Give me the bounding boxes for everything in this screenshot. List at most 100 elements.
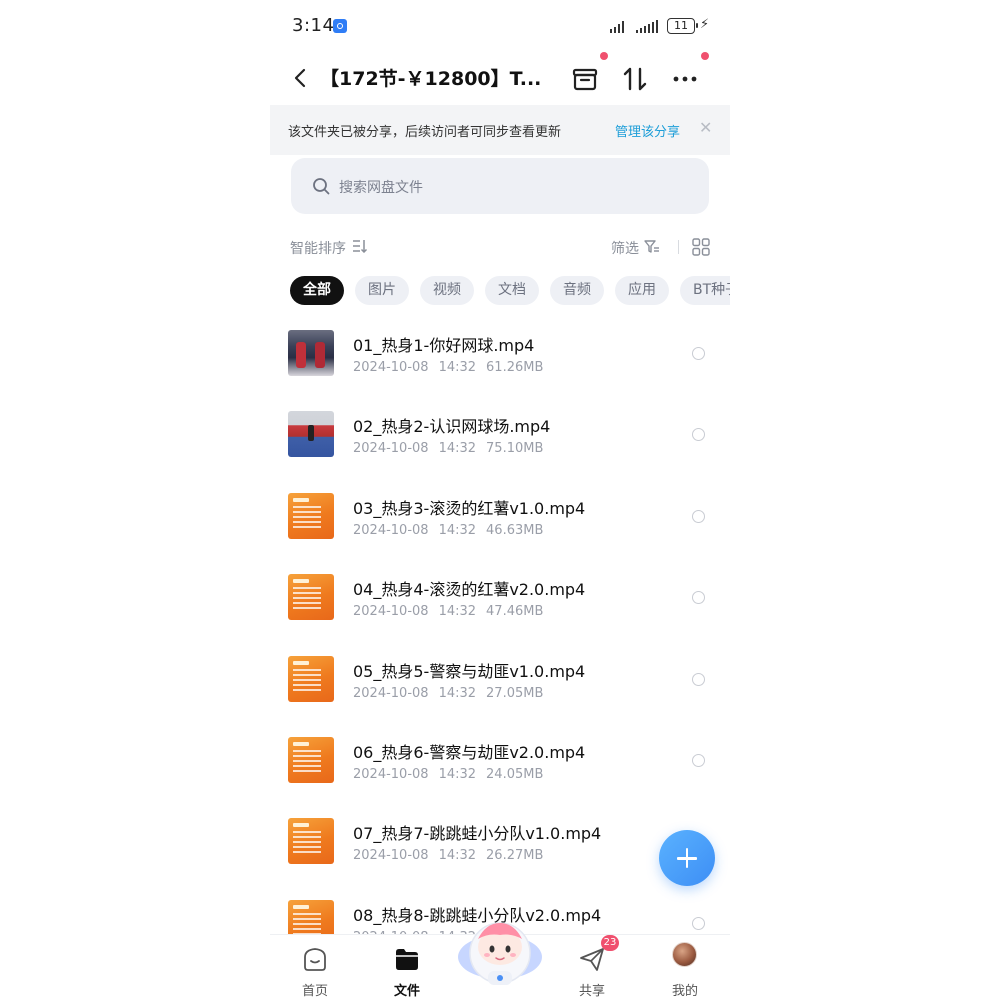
file-size: 47.46MB	[486, 604, 544, 620]
phone-screen: 3:14 11 ⚡ 【172节-￥12800】T... 该文件夹已被分享，后续访…	[270, 0, 730, 1000]
video-thumbnail	[288, 655, 334, 702]
video-thumbnail	[288, 574, 334, 621]
tab-videos[interactable]: 视频	[420, 276, 474, 305]
file-size: 75.10MB	[486, 441, 544, 457]
tab-documents[interactable]: 文档	[485, 276, 539, 305]
file-size: 24.05MB	[486, 766, 544, 782]
file-time: 14:32	[438, 604, 477, 620]
file-name: 07_热身7-跳跳蛙小分队v1.0.mp4	[353, 824, 602, 844]
file-date: 2024-10-08	[353, 685, 429, 701]
divider	[678, 240, 679, 254]
filter-icon[interactable]	[644, 240, 660, 254]
file-name: 03_热身3-滚烫的红薯v1.0.mp4	[353, 498, 586, 518]
video-thumbnail	[288, 411, 334, 458]
nav-share[interactable]: 共享	[562, 943, 622, 999]
file-size: 61.26MB	[486, 360, 544, 375]
file-row[interactable]: 06_热身6-警察与劫匪v2.0.mp4 2024-10-08 14:32 24.0…	[270, 725, 730, 806]
file-name: 05_热身5-警察与劫匪v1.0.mp4	[353, 661, 586, 681]
file-meta: 2024-10-08 14:32 27.05MB	[353, 686, 553, 701]
file-size: 27.05MB	[486, 685, 544, 701]
file-date: 2024-10-08	[353, 522, 429, 538]
home-icon	[304, 948, 326, 971]
battery-icon: 11	[667, 18, 698, 34]
file-meta: 2024-10-08 14:32 26.27MB	[353, 848, 553, 863]
select-radio[interactable]	[692, 753, 705, 767]
filter-button[interactable]: 筛选	[611, 238, 639, 258]
nav-home[interactable]: 首页	[285, 943, 345, 999]
signal-icon	[610, 19, 624, 33]
select-radio[interactable]	[692, 672, 705, 686]
nav-files[interactable]: 文件	[377, 943, 437, 999]
tab-bt-torrents[interactable]: BT种子	[680, 276, 730, 305]
share-badge: 23	[601, 935, 619, 951]
back-icon[interactable]	[290, 67, 312, 89]
archive-notification-dot	[600, 52, 608, 60]
file-row[interactable]: 04_热身4-滚烫的红薯v2.0.mp4 2024-10-08 14:32 47.4…	[270, 562, 730, 643]
nav-home-label: 首页	[301, 984, 328, 999]
file-row[interactable]: 02_热身2-认识网球场.mp4 2024-10-08 14:32 75.10MB	[270, 399, 730, 480]
search-icon	[313, 178, 330, 195]
tab-audio[interactable]: 音频	[550, 276, 604, 305]
search-input[interactable]: 搜索网盘文件	[291, 158, 709, 214]
sort-order-icon[interactable]	[352, 239, 368, 253]
search-placeholder: 搜索网盘文件	[339, 180, 423, 196]
file-time: 14:32	[438, 441, 477, 457]
file-size: 26.27MB	[486, 848, 544, 864]
file-name: 02_热身2-认识网球场.mp4	[353, 417, 551, 437]
charging-icon: ⚡	[700, 17, 710, 32]
file-time: 14:32	[438, 766, 477, 782]
file-row[interactable]: 03_热身3-滚烫的红薯v1.0.mp4 2024-10-08 14:32 46.6…	[270, 481, 730, 562]
file-meta: 2024-10-08 14:32 46.63MB	[353, 523, 553, 538]
file-row[interactable]: 01_热身1-你好网球.mp4 2024-10-08 14:32 61.26MB	[270, 318, 730, 399]
page-title: 【172节-￥12800】T...	[320, 68, 542, 90]
share-banner: 该文件夹已被分享，后续访问者可同步查看更新 管理该分享 ✕	[270, 105, 730, 155]
video-thumbnail	[288, 736, 334, 783]
select-radio[interactable]	[692, 347, 705, 360]
file-name: 04_热身4-滚烫的红薯v2.0.mp4	[353, 580, 586, 600]
avatar[interactable]	[672, 942, 697, 967]
file-meta: 2024-10-08 14:32 24.05MB	[353, 767, 553, 782]
file-meta: 2024-10-08 14:32 75.10MB	[353, 441, 553, 456]
header: 【172节-￥12800】T...	[270, 52, 730, 104]
nav-share-label: 共享	[578, 984, 605, 999]
select-radio[interactable]	[692, 509, 705, 523]
tab-apps[interactable]: 应用	[615, 276, 669, 305]
video-thumbnail	[288, 818, 334, 865]
file-list: 01_热身1-你好网球.mp4 2024-10-08 14:32 61.26MB 0…	[270, 318, 730, 969]
sort-icon[interactable]	[620, 64, 650, 94]
tab-images[interactable]: 图片	[355, 276, 409, 305]
file-time: 14:32	[438, 848, 477, 864]
app-notification-icon	[333, 19, 347, 33]
file-row[interactable]: 05_热身5-警察与劫匪v1.0.mp4 2024-10-08 14:32 27.0…	[270, 644, 730, 725]
select-radio[interactable]	[692, 428, 705, 442]
select-radio[interactable]	[692, 591, 705, 605]
file-date: 2024-10-08	[353, 441, 429, 457]
add-button[interactable]	[659, 830, 715, 886]
nav-mine-label: 我的	[671, 984, 698, 999]
more-icon[interactable]	[670, 64, 700, 94]
select-radio[interactable]	[692, 916, 705, 930]
signal-icon-2	[636, 19, 658, 33]
file-time: 14:32	[438, 685, 477, 701]
file-date: 2024-10-08	[353, 604, 429, 620]
file-name: 01_热身1-你好网球.mp4	[353, 336, 535, 355]
mascot-assistant-icon[interactable]	[456, 913, 544, 991]
video-thumbnail	[288, 330, 334, 376]
status-time: 3:14	[292, 15, 335, 36]
file-size: 46.63MB	[486, 522, 544, 538]
smart-sort-button[interactable]: 智能排序	[290, 238, 346, 258]
folder-icon	[396, 949, 418, 970]
tab-all[interactable]: 全部	[290, 276, 344, 305]
file-date: 2024-10-08	[353, 848, 429, 864]
nav-files-label: 文件	[393, 984, 420, 999]
grid-view-icon[interactable]	[692, 238, 710, 256]
share-banner-text: 该文件夹已被分享，后续访问者可同步查看更新	[288, 125, 562, 140]
file-name: 06_热身6-警察与劫匪v2.0.mp4	[353, 742, 586, 762]
file-date: 2024-10-08	[353, 360, 429, 375]
file-meta: 2024-10-08 14:32 47.46MB	[353, 604, 553, 619]
close-icon[interactable]: ✕	[699, 118, 712, 137]
archive-icon[interactable]	[570, 64, 600, 94]
manage-share-link[interactable]: 管理该分享	[615, 121, 680, 140]
video-thumbnail	[288, 492, 334, 539]
status-bar: 3:14 11 ⚡	[270, 0, 730, 52]
